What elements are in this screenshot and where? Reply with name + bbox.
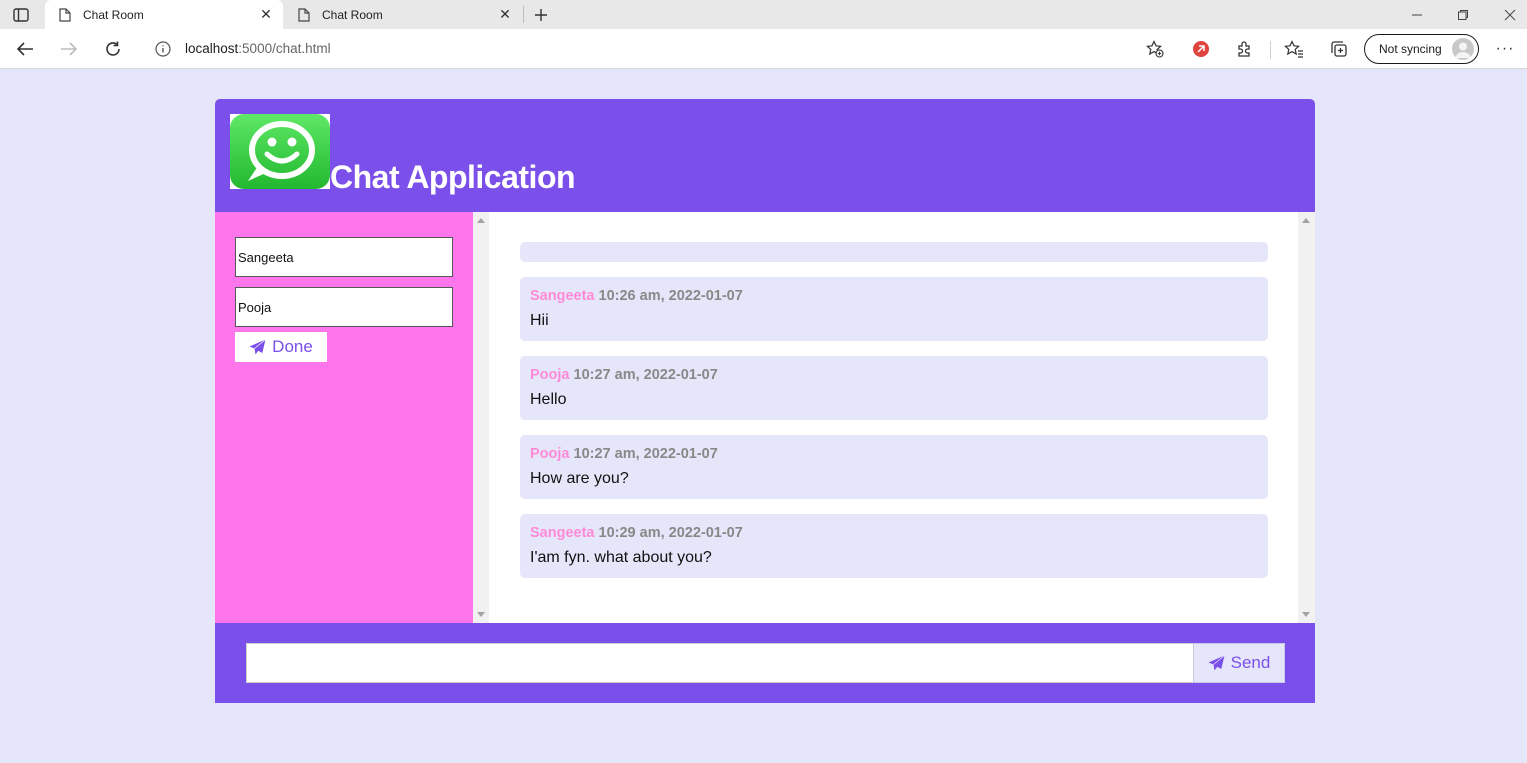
close-tab-icon[interactable]: ✕ [259, 6, 273, 22]
app-title: Chat Application [330, 159, 576, 195]
toolbar-separator [1270, 41, 1271, 59]
message-time: 10:27 am, 2022-01-07 [573, 446, 718, 462]
back-arrow-icon[interactable] [13, 37, 37, 61]
close-tab-icon[interactable]: ✕ [498, 6, 512, 22]
done-label: Done [272, 337, 313, 356]
url-text: localhost:5000/chat.html [185, 41, 331, 56]
browser-tab-bar: Chat Room ✕ Chat Room ✕ [0, 0, 1527, 29]
extensions-puzzle-icon[interactable] [1234, 38, 1256, 60]
favorites-icon[interactable] [1283, 38, 1305, 60]
compose-bar: Send [215, 623, 1315, 703]
sidebar: Sangeeta Pooja Done [215, 212, 473, 623]
whatsapp-logo-icon [230, 114, 330, 189]
browser-tab[interactable]: Chat Room ✕ [284, 0, 522, 29]
site-info-icon[interactable] [154, 40, 172, 58]
done-button[interactable]: Done [235, 332, 327, 362]
paper-plane-icon [249, 339, 266, 355]
app-header: Chat Application [215, 99, 1315, 212]
message-sender: Sangeeta [530, 288, 595, 304]
tab-separator [523, 6, 524, 23]
page-icon [59, 7, 71, 22]
message-meta: Sangeeta 10:26 am, 2022-01-07 [530, 288, 1258, 304]
message-meta: Sangeeta 10:29 am, 2022-01-07 [530, 525, 1258, 541]
empty-message-bar [520, 242, 1268, 262]
message-time: 10:27 am, 2022-01-07 [573, 367, 718, 383]
sync-status-label: Not syncing [1379, 42, 1442, 56]
message-text: Hello [530, 391, 567, 408]
message-item: Pooja 10:27 am, 2022-01-07 How are you? [520, 435, 1268, 499]
message-item: Sangeeta 10:26 am, 2022-01-07 Hii [520, 277, 1268, 341]
message-item: Pooja 10:27 am, 2022-01-07 Hello [520, 356, 1268, 420]
page-icon [298, 7, 310, 22]
more-options-icon[interactable]: ··· [1494, 38, 1516, 60]
tab-actions-icon[interactable] [8, 4, 34, 26]
address-bar[interactable]: localhost:5000/chat.html [141, 34, 1173, 64]
send-label: Send [1230, 653, 1271, 672]
collections-icon[interactable] [1328, 38, 1350, 60]
message-sender: Sangeeta [530, 525, 595, 541]
message-time: 10:26 am, 2022-01-07 [598, 288, 743, 304]
tab-title: Chat Room [83, 7, 144, 22]
username-field[interactable]: Sangeeta [235, 237, 453, 277]
scroll-up-arrow-icon[interactable] [477, 218, 485, 223]
message-text: How are you? [530, 470, 629, 487]
sidebar-scrollbar[interactable] [473, 212, 489, 623]
add-favorite-icon[interactable] [1145, 39, 1165, 59]
message-item: Sangeeta 10:29 am, 2022-01-07 I'am fyn. … [520, 514, 1268, 578]
new-tab-icon[interactable] [530, 4, 552, 26]
tab-title: Chat Room [322, 7, 383, 22]
message-input[interactable] [246, 643, 1194, 683]
receiver-field[interactable]: Pooja [235, 287, 453, 327]
message-meta: Pooja 10:27 am, 2022-01-07 [530, 367, 1258, 383]
messages-scrollbar[interactable] [1298, 212, 1315, 623]
message-sender: Pooja [530, 446, 570, 462]
message-list: Sangeeta 10:26 am, 2022-01-07 Hii Pooja … [489, 212, 1298, 623]
forward-arrow-icon[interactable] [57, 37, 81, 61]
chat-app: Chat Application Sangeeta Pooja Done San… [215, 99, 1315, 703]
restore-icon[interactable] [1452, 4, 1474, 26]
message-text: Hii [530, 312, 549, 329]
message-time: 10:29 am, 2022-01-07 [598, 525, 743, 541]
message-text: I'am fyn. what about you? [530, 549, 712, 566]
profile-sync-button[interactable]: Not syncing [1364, 34, 1479, 64]
reload-icon[interactable] [101, 37, 125, 61]
scroll-down-arrow-icon[interactable] [477, 612, 485, 617]
extension-red-icon[interactable] [1190, 38, 1212, 60]
close-window-icon[interactable] [1499, 4, 1521, 26]
paper-plane-icon [1208, 655, 1225, 671]
minimize-icon[interactable] [1406, 4, 1428, 26]
avatar [1452, 38, 1474, 60]
send-button[interactable]: Send [1193, 643, 1285, 683]
scroll-down-arrow-icon[interactable] [1302, 612, 1310, 617]
scroll-up-arrow-icon[interactable] [1302, 218, 1310, 223]
browser-tab-active[interactable]: Chat Room ✕ [45, 0, 283, 29]
browser-toolbar: localhost:5000/chat.html Not syncing ··· [0, 29, 1527, 69]
message-sender: Pooja [530, 367, 570, 383]
message-meta: Pooja 10:27 am, 2022-01-07 [530, 446, 1258, 462]
